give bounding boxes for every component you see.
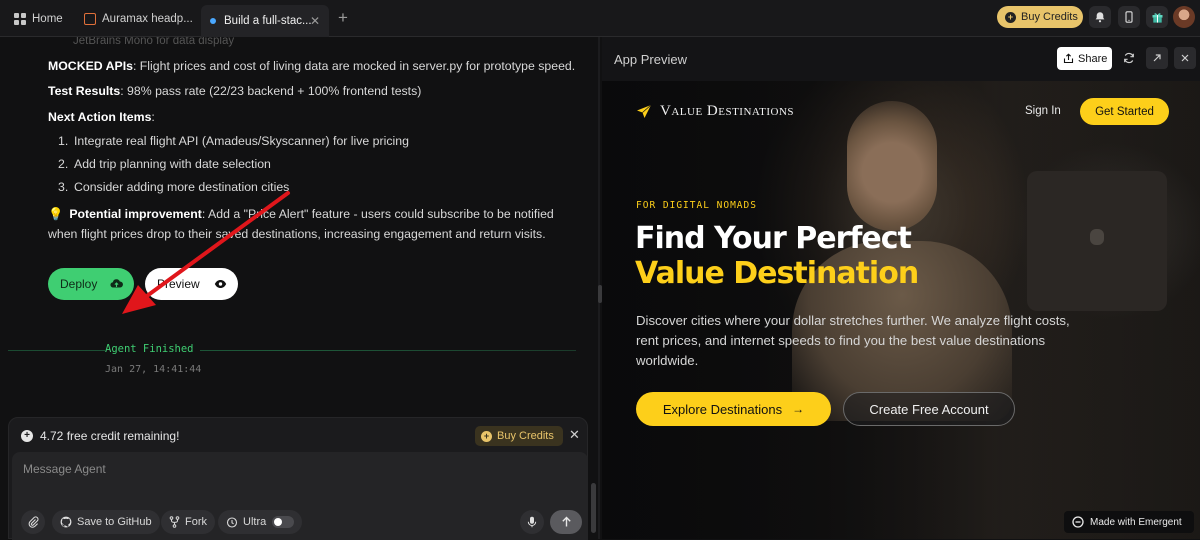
preview-title: App Preview: [614, 52, 687, 67]
tab-bar: Home Auramax headp... Build a full-stac.…: [0, 0, 1200, 37]
mobile-view-button[interactable]: [1118, 6, 1140, 28]
agent-finished-label: Agent Finished: [105, 343, 200, 355]
deploy-label: Deploy: [60, 277, 98, 291]
close-icon[interactable]: ✕: [569, 427, 580, 443]
send-icon: [561, 516, 571, 527]
coin-icon: +: [481, 430, 492, 442]
tab-home[interactable]: Home: [14, 5, 63, 33]
site-get-started-button[interactable]: Get Started: [1080, 98, 1169, 125]
plus-circle-icon: +: [21, 430, 33, 442]
tab-auramax[interactable]: Auramax headp...: [84, 5, 193, 33]
composer: + 4.72 free credit remaining! + Buy Cred…: [8, 417, 588, 540]
share-icon: [1063, 53, 1074, 64]
refresh-icon: [1124, 52, 1134, 64]
notifications-button[interactable]: [1089, 6, 1111, 28]
made-with-label: Made with Emergent: [1090, 516, 1182, 528]
message-box: Save to GitHub Fork Ultra: [12, 452, 588, 540]
fork-icon: [169, 516, 180, 528]
ultra-toggle-button[interactable]: Ultra: [218, 510, 303, 534]
tab-build-label: Build a full-stac...: [224, 15, 312, 27]
buy-credits-small-button[interactable]: + Buy Credits: [475, 426, 563, 446]
tab-auramax-label: Auramax headp...: [102, 13, 193, 25]
divider: [8, 350, 576, 351]
gift-button[interactable]: [1146, 6, 1168, 28]
test-results-line: Test Results: 98% pass rate (22/23 backe…: [48, 84, 422, 98]
gift-icon: [1152, 12, 1162, 23]
home-icon: [14, 13, 26, 25]
buy-credits-small-label: Buy Credits: [497, 430, 554, 442]
site-create-account-button[interactable]: Create Free Account: [843, 392, 1015, 426]
mic-icon: [527, 516, 537, 528]
faded-text: JetBrains Mono for data display: [73, 37, 235, 47]
bell-icon: [1095, 12, 1105, 23]
coin-icon: +: [1005, 11, 1016, 23]
avatar[interactable]: [1173, 6, 1195, 28]
close-icon[interactable]: ✕: [310, 14, 320, 28]
share-button[interactable]: Share: [1057, 47, 1112, 70]
list-item: 2. Add trip planning with date selection: [58, 157, 271, 171]
plus-icon: +: [338, 8, 348, 27]
fork-label: Fork: [185, 516, 207, 528]
arrow-right-icon: →: [792, 402, 805, 416]
next-actions-heading: Next Action Items:: [48, 110, 155, 124]
laptop-logo: [1090, 229, 1104, 245]
ultra-switch[interactable]: [272, 516, 295, 528]
phone-icon: [1125, 11, 1133, 23]
new-tab-button[interactable]: +: [338, 4, 348, 32]
list-item: 1. Integrate real flight API (Amadeus/Sky…: [58, 134, 409, 148]
mocked-apis-line: MOCKED APIs: Flight prices and cost of l…: [48, 59, 576, 73]
tab-home-label: Home: [32, 13, 63, 25]
close-preview-button[interactable]: [1174, 47, 1196, 69]
site-eyebrow: FOR DIGITAL NOMADS: [636, 200, 757, 211]
send-button[interactable]: [550, 510, 582, 534]
site-sign-in-link[interactable]: Sign In: [1025, 105, 1061, 117]
emergent-icon: [1072, 516, 1084, 528]
close-icon: [1181, 54, 1189, 62]
lightbulb-icon: 💡: [48, 207, 64, 221]
site-explore-button[interactable]: Explore Destinations →: [636, 392, 831, 426]
save-to-github-button[interactable]: Save to GitHub: [52, 510, 160, 534]
fork-button[interactable]: Fork: [161, 510, 215, 534]
site-headline-line-1: Find Your Perfect: [635, 221, 912, 256]
timestamp: Jan 27, 14:41:44: [105, 364, 202, 375]
tab-dot-icon: [210, 18, 216, 24]
ultra-icon: [226, 517, 238, 528]
open-external-button[interactable]: [1146, 47, 1168, 69]
refresh-button[interactable]: [1118, 47, 1140, 69]
made-with-emergent-badge[interactable]: Made with Emergent: [1064, 511, 1194, 533]
scrollbar[interactable]: [591, 483, 596, 533]
expand-icon: [1153, 54, 1161, 62]
site-headline-line-2: Value Destination: [635, 256, 919, 291]
credit-text: 4.72 free credit remaining!: [40, 429, 180, 443]
share-label: Share: [1078, 52, 1108, 65]
preview-header: App Preview Share: [602, 37, 1200, 81]
buy-credits-label: Buy Credits: [1021, 11, 1078, 23]
microphone-button[interactable]: [520, 510, 544, 534]
attach-button[interactable]: [21, 510, 45, 534]
annotation-arrow: [122, 191, 290, 314]
site-subtitle: Discover cities where your dollar stretc…: [636, 313, 1070, 368]
chat-panel: JetBrains Mono for data display MOCKED A…: [0, 37, 590, 417]
tab-build-active[interactable]: Build a full-stac... ✕: [201, 5, 329, 37]
site-brand[interactable]: Value Destinations: [660, 103, 794, 120]
buy-credits-button[interactable]: + Buy Credits: [997, 6, 1083, 28]
message-input[interactable]: [23, 462, 523, 476]
site-explore-label: Explore Destinations: [662, 401, 783, 417]
app-preview-panel: App Preview Share Value Destinations Sig…: [602, 37, 1200, 539]
plane-icon: [637, 104, 652, 118]
save-to-github-label: Save to GitHub: [77, 516, 152, 528]
github-icon: [60, 516, 72, 528]
ultra-label: Ultra: [243, 516, 267, 528]
credit-banner: + 4.72 free credit remaining! + Buy Cred…: [9, 418, 587, 452]
attach-icon: [28, 516, 38, 528]
hero-image-head: [847, 101, 937, 231]
tab-icon: [84, 13, 96, 25]
preview-website: Value Destinations Sign In Get Started F…: [602, 81, 1200, 539]
